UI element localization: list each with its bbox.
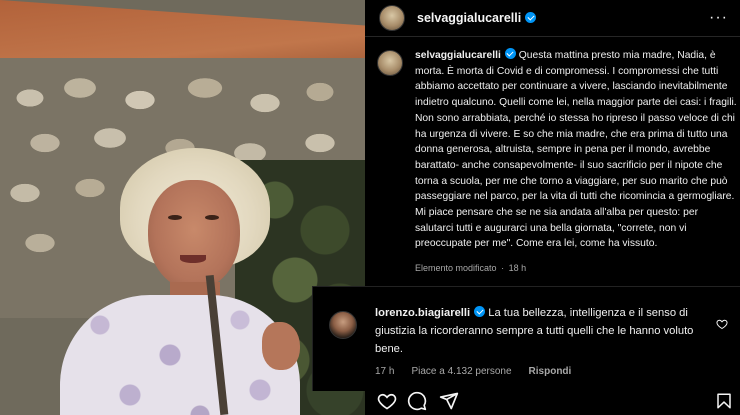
verified-badge-icon	[525, 12, 537, 23]
post-photo	[0, 0, 365, 415]
comment-icon[interactable]	[407, 391, 427, 411]
paper-plane-icon[interactable]	[439, 391, 459, 411]
verified-badge-icon	[474, 306, 486, 317]
heart-icon[interactable]	[377, 391, 397, 411]
edited-label: Elemento modificato	[415, 263, 497, 273]
comment-likes[interactable]: Piace a 4.132 persone	[411, 366, 511, 377]
photo-face	[148, 180, 240, 290]
comment-text: lorenzo.biagiarelli La tua bellezza, int…	[375, 304, 710, 358]
commenter-avatar[interactable]	[329, 311, 357, 339]
comment-time[interactable]: 17 h	[375, 366, 394, 377]
reply-link[interactable]: Rispondi	[529, 366, 572, 377]
post-time[interactable]: 18 h	[509, 263, 527, 273]
author-username[interactable]: selvaggialucarelli	[417, 11, 537, 25]
bookmark-icon[interactable]	[715, 391, 733, 411]
photo-eye	[205, 215, 219, 220]
photo-mouth	[180, 255, 206, 263]
post-header: selvaggialucarelli ···	[365, 0, 740, 37]
verified-badge-icon	[504, 48, 516, 59]
caption-meta: Elemento modificato · 18 h	[415, 263, 526, 273]
comment-meta: 17 h Piace a 4.132 persone Rispondi	[375, 366, 571, 377]
comment: lorenzo.biagiarelli La tua bellezza, int…	[312, 286, 740, 391]
photo-hand	[262, 322, 300, 370]
photo-eye	[168, 215, 182, 220]
author-username-text[interactable]: selvaggialucarelli	[417, 11, 521, 25]
post-panel: selvaggialucarelli ··· selvaggialucarell…	[312, 0, 740, 415]
action-bar	[365, 389, 740, 415]
meta-separator: ·	[501, 263, 505, 273]
author-avatar[interactable]	[379, 5, 405, 31]
caption-author-username[interactable]: selvaggialucarelli	[415, 50, 501, 61]
more-options-icon[interactable]: ···	[709, 9, 728, 27]
caption-text: selvaggialucarelli Questa mattina presto…	[415, 48, 737, 252]
comment-heart-icon[interactable]	[716, 318, 728, 330]
caption-body: Questa mattina presto mia madre, Nadia, …	[415, 50, 737, 250]
commenter-username[interactable]: lorenzo.biagiarelli	[375, 307, 470, 319]
caption-author-avatar[interactable]	[377, 50, 403, 76]
